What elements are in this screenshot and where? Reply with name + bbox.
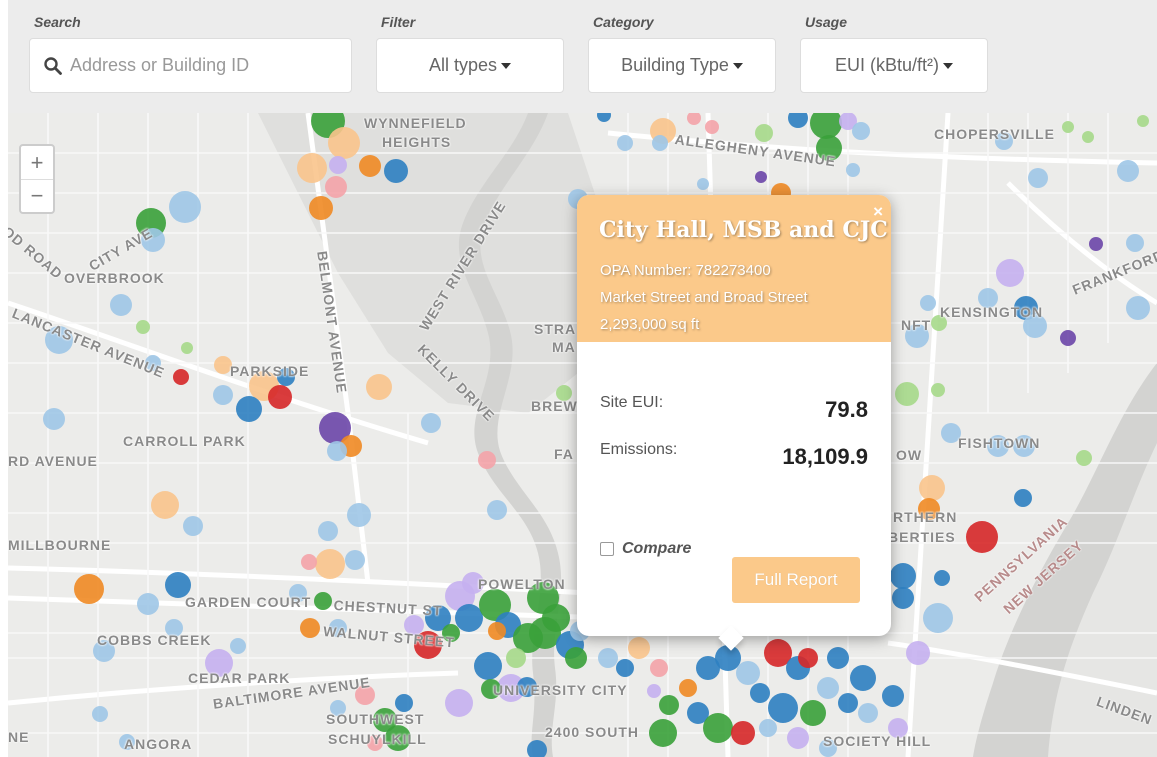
caret-down-icon bbox=[732, 62, 743, 69]
map-label-carroll-park: CARROLL PARK bbox=[123, 433, 246, 449]
zoom-in-button[interactable]: + bbox=[21, 146, 53, 179]
caret-down-icon bbox=[943, 62, 953, 69]
map-label-southwest: SOUTHWEST bbox=[326, 711, 425, 727]
map-label-northern: RTHERN bbox=[893, 509, 958, 525]
popup-address: Market Street and Broad Street bbox=[600, 289, 808, 306]
map-label-heights: HEIGHTS bbox=[382, 134, 452, 150]
filter-dropdown[interactable]: All types bbox=[376, 38, 564, 93]
map-label-nft: NFT bbox=[901, 317, 932, 333]
filter-label: Filter bbox=[381, 14, 416, 30]
site-eui-value: 79.8 bbox=[825, 397, 868, 422]
compare-label: Compare bbox=[622, 540, 692, 557]
map-label-schuylkill: SCHUYLKILL bbox=[328, 731, 427, 747]
top-filter-bar: Search Filter All types Category Buildin… bbox=[8, 0, 1157, 113]
map-label-ne: NE bbox=[8, 729, 30, 745]
map-label-ow: OW bbox=[896, 447, 923, 463]
emissions-label: Emissions: bbox=[600, 441, 678, 458]
category-selected: Building Type bbox=[621, 55, 729, 75]
zoom-out-button[interactable]: − bbox=[21, 179, 53, 212]
site-eui-label: Site EUI: bbox=[600, 394, 664, 411]
filter-selected: All types bbox=[428, 55, 498, 75]
close-icon[interactable]: × bbox=[873, 202, 883, 222]
popup-opa-number: OPA Number: 782273400 bbox=[600, 262, 771, 279]
map-label-angora: ANGORA bbox=[124, 736, 193, 752]
map-label-mansion: MA bbox=[552, 339, 576, 355]
map-label-society-hill: SOCIETY HILL bbox=[823, 733, 932, 749]
map-label-university-city: UNIVERSITY CITY bbox=[493, 682, 628, 698]
map-label-overbrook: OVERBROOK bbox=[64, 270, 165, 286]
zoom-control: + − bbox=[19, 144, 55, 214]
usage-dropdown[interactable]: EUI (kBtu/ft²) bbox=[800, 38, 988, 93]
usage-label: Usage bbox=[805, 14, 848, 30]
map-label-wynnefield: WYNNEFIELD bbox=[364, 115, 467, 131]
map-label-rd-avenue: RD AVENUE bbox=[8, 453, 98, 469]
map-label-2400-south: 2400 SOUTH bbox=[545, 724, 640, 740]
caret-down-icon bbox=[501, 62, 512, 69]
compare-control[interactable]: Compare bbox=[600, 540, 691, 558]
building-popup: City Hall, MSB and CJC OPA Number: 78227… bbox=[577, 195, 891, 651]
search-label: Search bbox=[34, 14, 81, 30]
search-input[interactable] bbox=[70, 55, 340, 76]
category-dropdown[interactable]: Building Type bbox=[588, 38, 776, 93]
map-label-fairmount: FA bbox=[554, 446, 574, 462]
map-label-millbourne: MILLBOURNE bbox=[8, 537, 112, 553]
popup-title: City Hall, MSB and CJC bbox=[599, 217, 888, 243]
map-label-powelton: POWELTON bbox=[478, 576, 566, 592]
category-label: Category bbox=[593, 14, 654, 30]
full-report-button[interactable]: Full Report bbox=[732, 557, 860, 603]
popup-area: 2,293,000 sq ft bbox=[600, 316, 700, 333]
map-label-cobbs-creek: COBBS CREEK bbox=[97, 632, 212, 648]
map-label-kensington: KENSINGTON bbox=[940, 304, 1044, 320]
popup-header: City Hall, MSB and CJC OPA Number: 78227… bbox=[577, 195, 891, 342]
emissions-value: 18,109.9 bbox=[782, 444, 868, 469]
map-label-brewerytown: BREW bbox=[531, 398, 578, 414]
map-label-cedar-park: CEDAR PARK bbox=[188, 670, 291, 686]
search-icon bbox=[44, 56, 62, 75]
map-label-parkside: PARKSIDE bbox=[230, 363, 310, 379]
map-label-garden-court: GARDEN COURT bbox=[185, 594, 312, 610]
map-label-fishtown: FISHTOWN bbox=[958, 435, 1041, 451]
map-label-liberties: BERTIES bbox=[888, 529, 956, 545]
search-field[interactable] bbox=[29, 38, 352, 93]
map-label-strawberry: STRA bbox=[534, 321, 577, 337]
compare-checkbox[interactable] bbox=[600, 542, 614, 556]
usage-selected: EUI (kBtu/ft²) bbox=[834, 55, 939, 75]
map-label-chopersville: CHOPERSVILLE bbox=[934, 126, 1055, 142]
